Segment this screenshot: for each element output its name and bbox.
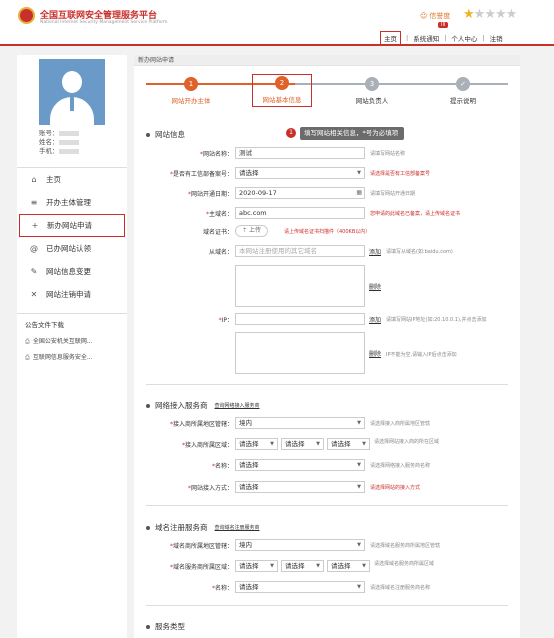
domain-row: *主域名： abc.com 您申请的此域名已备案，请上传域名证书 <box>205 207 461 219</box>
open-date-input[interactable]: 2020-09-17 ▦ <box>235 187 365 199</box>
top-nav: 主页 | 系统通知 | 个人中心 | 注销 <box>380 31 503 45</box>
plus-icon: + <box>31 221 39 230</box>
notice-link[interactable]: ⎙ 全国公安机关互联网... <box>17 336 127 346</box>
notices-panel: 公告文件下载 ⎙ 全国公安机关互联网... ⎙ 互联网信息服务安全... <box>17 313 127 368</box>
sidebar-item-new-website[interactable]: + 新办网站申请 <box>19 214 125 237</box>
delete-ip-link[interactable]: 删除 <box>369 349 381 358</box>
site-name-input[interactable]: 测试 <box>235 147 365 159</box>
city-select[interactable]: 请选择 ▼ <box>281 438 324 450</box>
nav-personal-center-link[interactable]: 个人中心 <box>451 33 477 43</box>
sidebar: 账号： 姓名： 手机： ⌂ 主页 ≡ 开办主体管理 + 新办网站申请 @ 已办网站认领 … <box>17 55 127 638</box>
icp-select[interactable]: 请选择 ▼ <box>235 167 365 179</box>
main-panel: 新办网站申请 1 网站开办主体 2 网站基本信息 3 网站负责人 ✓ 提示说明 … <box>134 55 520 638</box>
upload-button[interactable]: ⇡ 上传 <box>235 225 268 237</box>
credit-level-badge: III <box>438 22 449 28</box>
ip-row: *IP： 添加 请填写网站IP地址(如:20.10.0.1),并点击添加 <box>134 313 520 325</box>
avatar <box>39 59 105 125</box>
star-icon: ★ <box>473 7 486 22</box>
breadcrumb: 新办网站申请 <box>134 55 520 66</box>
download-icon: ⎙ <box>25 354 30 361</box>
add-ip-link[interactable]: 添加 <box>369 315 381 324</box>
access-region-row: *接入商所属地区管辖： 境内 ▼ 请选择接入商所属地区管辖 <box>169 417 431 429</box>
access-name-row: *名称： 请选择 ▼ 请选择网络接入服务商名称 <box>211 459 431 471</box>
registrar-name-row: *名称： 请选择 ▼ 请选择域名注册服务商名称 <box>211 581 431 593</box>
star-icon: ★ <box>484 7 496 22</box>
user-icon: ☺ <box>420 12 428 20</box>
edit-icon: ✎ <box>30 267 38 276</box>
close-icon: ✕ <box>30 290 38 299</box>
progress-steps: 1 网站开办主体 2 网站基本信息 3 网站负责人 ✓ 提示说明 <box>146 74 508 111</box>
site-name-row: *网站名称： 测试 请填写网站名称 <box>199 147 406 159</box>
step-basic-info: 2 网站基本信息 <box>252 74 312 107</box>
ip-input[interactable] <box>235 313 365 325</box>
download-icon: ⎙ <box>25 338 30 345</box>
sidebar-item-claim-website[interactable]: @ 已办网站认领 <box>17 237 127 260</box>
access-provider-select[interactable]: 请选择 ▼ <box>235 459 365 471</box>
sidebar-item-home[interactable]: ⌂ 主页 <box>17 168 127 191</box>
notices-title: 公告文件下载 <box>25 321 64 329</box>
credit-rating: ☺ 信誉度 <box>420 12 451 20</box>
star-icon: ★ <box>505 7 518 22</box>
notice-link[interactable]: ⎙ 互联网信息服务安全... <box>17 352 127 362</box>
home-icon: ⌂ <box>31 175 37 184</box>
query-access-provider-link[interactable]: 查询网络接入服务商 <box>215 402 260 409</box>
nav-notifications-link[interactable]: 系统通知 <box>413 33 439 43</box>
chevron-down-icon: ▼ <box>357 170 361 176</box>
nav-logout-link[interactable]: 注销 <box>490 33 503 43</box>
registrar-area-row: *域名服务商所属区域： 请选择 ▼ 请选择 ▼ 请选择 ▼ 请选择域名服务商所属区域 <box>169 560 435 572</box>
step-entity: 1 网站开办主体 <box>161 77 221 105</box>
icp-row: *是否有工信部备案号： 请选择 ▼ 请选择是否有工信部备案号 <box>169 167 431 179</box>
site-subtitle: National Internet Security Management Se… <box>40 20 168 25</box>
registrar-region-row: *域名商所属地区管辖： 境内 ▼ 请选择域名服务商所属地区管辖 <box>169 539 441 551</box>
delete-subdomain-link[interactable]: 删除 <box>369 282 381 291</box>
list-icon: ≡ <box>30 198 38 207</box>
calendar-icon: ▦ <box>356 189 362 196</box>
add-subdomain-link[interactable]: 添加 <box>369 247 381 256</box>
access-mode-row: *网站接入方式： 请选择 ▼ 请选择网站的接入方式 <box>187 481 421 493</box>
registrar-province-select[interactable]: 请选择 ▼ <box>235 560 278 572</box>
access-region-select[interactable]: 境内 ▼ <box>235 417 365 429</box>
step-owner: 3 网站负责人 <box>342 77 402 105</box>
police-badge-logo <box>18 7 35 24</box>
nav-home-link[interactable]: 主页 <box>380 31 401 45</box>
sidebar-item-cancel-website[interactable]: ✕ 网站注销申请 <box>17 283 127 306</box>
access-mode-select[interactable]: 请选择 ▼ <box>235 481 365 493</box>
sub-domain-row: 从域名： 本网站注册使用的其它域名 添加 请填写从域名(如:baidu.com) <box>208 245 453 257</box>
star-icon: ★ <box>494 7 507 22</box>
access-provider-section-title: 网络接入服务商 查询网络接入服务商 <box>146 400 260 411</box>
open-date-row: *网站开通日期： 2020-09-17 ▦ 请填写网站开通日期 <box>187 187 416 199</box>
step-notes: ✓ 提示说明 <box>433 77 493 105</box>
registrar-region-select[interactable]: 境内 ▼ <box>235 539 365 551</box>
province-select[interactable]: 请选择 ▼ <box>235 438 278 450</box>
sidebar-item-entity-management[interactable]: ≡ 开办主体管理 <box>17 191 127 214</box>
required-tooltip: 填写网站相关信息，*号为必填项 <box>300 127 405 140</box>
star-icon: ★ <box>463 7 475 22</box>
tooltip-badge: 1 <box>286 128 296 138</box>
upload-icon: ⇡ <box>242 227 249 234</box>
ip-list[interactable] <box>235 332 365 374</box>
sidebar-item-change-info[interactable]: ✎ 网站信息变更 <box>17 260 127 283</box>
registrar-select[interactable]: 请选择 ▼ <box>235 581 365 593</box>
cert-row: 域名证书： ⇡ 上传 请上传域名证书扫描件（400KB以内） <box>202 225 371 237</box>
phone-info: 手机： <box>39 145 79 155</box>
header: 全国互联网安全管理服务平台 National Internet Security… <box>0 0 554 46</box>
at-icon: @ <box>30 244 38 253</box>
registrar-district-select[interactable]: 请选择 ▼ <box>327 560 370 572</box>
query-registrar-link[interactable]: 查询域名注册服务商 <box>215 524 260 531</box>
registrar-section-title: 域名注册服务商 查询域名注册服务商 <box>146 522 260 533</box>
access-area-row: *接入商所属区域： 请选择 ▼ 请选择 ▼ 请选择 ▼ 请选择网站接入商的所在区域 <box>181 438 440 450</box>
service-type-section-title: 服务类型 <box>146 621 185 632</box>
rating-stars: ★★★★★ <box>463 7 518 22</box>
main-domain-input[interactable]: abc.com <box>235 207 365 219</box>
sub-domain-list[interactable] <box>235 265 365 307</box>
sidebar-menu: ⌂ 主页 ≡ 开办主体管理 + 新办网站申请 @ 已办网站认领 ✎ 网站信息变更 ✕ 网站注… <box>17 167 127 306</box>
site-info-section-title: 网站信息 <box>146 129 185 140</box>
district-select[interactable]: 请选择 ▼ <box>327 438 370 450</box>
sub-domain-input[interactable]: 本网站注册使用的其它域名 <box>235 245 365 257</box>
registrar-city-select[interactable]: 请选择 ▼ <box>281 560 324 572</box>
